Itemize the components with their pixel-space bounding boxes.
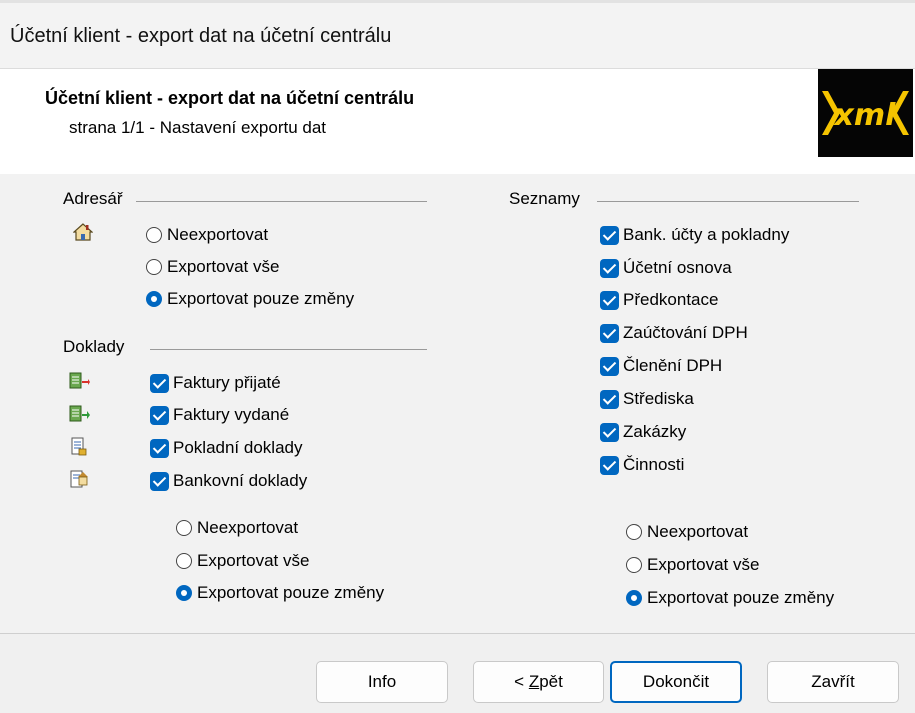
back-rest: pět (539, 672, 563, 691)
adresar-option-changes[interactable]: Exportovat pouze změny (146, 286, 354, 312)
option-label: Exportovat pouze změny (647, 588, 835, 607)
checkbox-label: Faktury přijaté (173, 373, 281, 392)
checkbox-checked[interactable] (150, 405, 169, 425)
checkbox-checked[interactable] (150, 471, 169, 491)
window-top-edge (0, 0, 915, 3)
checkbox-label: Předkontace (623, 290, 719, 309)
radio-button-selected[interactable] (626, 590, 642, 606)
checkbox-checked[interactable] (600, 455, 619, 475)
invoice-received-icon (68, 371, 90, 391)
radio-button-selected[interactable] (146, 291, 162, 307)
back-prefix: < (514, 672, 529, 691)
settings-panel: Adresář Neexportovat Exportovat vše Expo… (0, 174, 915, 634)
checkbox-label: Zaúčtování DPH (623, 323, 748, 342)
checkbox-checked[interactable] (150, 438, 169, 458)
adresar-option-all[interactable]: Exportovat vše (146, 254, 279, 280)
header-title: Účetní klient - export dat na účetní cen… (45, 88, 415, 108)
invoice-issued-icon (68, 404, 90, 424)
button-bar: Info < Zpět Dokončit Zavřít (0, 634, 915, 713)
option-label: Exportovat pouze změny (167, 289, 355, 308)
header-subtitle: strana 1/1 - Nastavení exportu dat (69, 118, 327, 137)
checkbox-ucetni-osnova[interactable]: Účetní osnova (600, 255, 732, 281)
checkbox-strediska[interactable]: Střediska (600, 386, 694, 412)
doklady-option-all[interactable]: Exportovat vše (176, 548, 309, 574)
group-label-seznamy: Seznamy (509, 189, 580, 208)
checkbox-bank-ucty[interactable]: Bank. účty a pokladny (600, 222, 789, 248)
radio-button[interactable] (146, 227, 162, 243)
checkbox-pokladni-doklady[interactable]: Pokladní doklady (150, 435, 302, 461)
group-label-doklady: Doklady (63, 337, 125, 356)
group-label-adresar: Adresář (63, 189, 123, 208)
radio-button[interactable] (146, 259, 162, 275)
checkbox-predkontace[interactable]: Předkontace (600, 287, 718, 313)
checkbox-checked[interactable] (600, 290, 619, 310)
seznamy-option-none[interactable]: Neexportovat (626, 519, 748, 545)
option-label: Neexportovat (647, 522, 749, 541)
radio-button[interactable] (176, 520, 192, 536)
option-label: Exportovat vše (167, 257, 280, 276)
checkbox-checked[interactable] (150, 373, 169, 393)
checkbox-faktury-prijate[interactable]: Faktury přijaté (150, 370, 281, 396)
checkbox-label: Činnosti (623, 455, 685, 474)
seznamy-option-all[interactable]: Exportovat vše (626, 552, 759, 578)
checkbox-zakazky[interactable]: Zakázky (600, 419, 686, 445)
window-title: Účetní klient - export dat na účetní cen… (10, 25, 392, 47)
checkbox-checked[interactable] (600, 323, 619, 343)
wizard-header: Účetní klient - export dat na účetní cen… (0, 68, 915, 175)
radio-button-selected[interactable] (176, 585, 192, 601)
checkbox-label: Účetní osnova (623, 258, 732, 277)
finish-button[interactable]: Dokončit (610, 661, 742, 703)
group-separator (597, 201, 859, 202)
checkbox-cleneni-dph[interactable]: Členění DPH (600, 353, 722, 379)
checkbox-checked[interactable] (600, 389, 619, 409)
close-button[interactable]: Zavřít (767, 661, 899, 703)
house-icon (72, 222, 94, 242)
xml-logo: xml (818, 69, 913, 157)
checkbox-label: Pokladní doklady (173, 438, 303, 457)
checkbox-checked[interactable] (600, 422, 619, 442)
option-label: Exportovat pouze změny (197, 583, 385, 602)
checkbox-label: Bankovní doklady (173, 471, 308, 490)
group-separator (136, 201, 427, 202)
checkbox-label: Střediska (623, 389, 694, 408)
back-accelerator: Z (528, 672, 540, 691)
checkbox-cinnosti[interactable]: Činnosti (600, 452, 684, 478)
checkbox-label: Faktury vydané (173, 405, 290, 424)
checkbox-label: Členění DPH (623, 356, 723, 375)
doklady-option-none[interactable]: Neexportovat (176, 515, 298, 541)
checkbox-label: Zakázky (623, 422, 687, 441)
cash-document-icon (68, 437, 88, 457)
radio-button[interactable] (626, 524, 642, 540)
radio-button[interactable] (176, 553, 192, 569)
option-label: Neexportovat (167, 225, 269, 244)
seznamy-option-changes[interactable]: Exportovat pouze změny (626, 585, 834, 611)
option-label: Exportovat vše (647, 555, 760, 574)
bank-document-icon (68, 469, 88, 489)
checkbox-faktury-vydane[interactable]: Faktury vydané (150, 402, 289, 428)
option-label: Neexportovat (197, 518, 299, 537)
doklady-option-changes[interactable]: Exportovat pouze změny (176, 580, 384, 606)
adresar-option-none[interactable]: Neexportovat (146, 222, 268, 248)
back-button[interactable]: < Zpět (473, 661, 604, 703)
option-label: Exportovat vše (197, 551, 310, 570)
checkbox-checked[interactable] (600, 258, 619, 278)
checkbox-label: Bank. účty a pokladny (623, 225, 790, 244)
checkbox-checked[interactable] (600, 225, 619, 245)
group-separator (150, 349, 427, 350)
info-button[interactable]: Info (316, 661, 448, 703)
logo-text: xml (833, 98, 897, 133)
radio-button[interactable] (626, 557, 642, 573)
checkbox-bankovni-doklady[interactable]: Bankovní doklady (150, 468, 307, 494)
title-bar: Účetní klient - export dat na účetní cen… (0, 0, 915, 68)
checkbox-zauctovani-dph[interactable]: Zaúčtování DPH (600, 320, 748, 346)
checkbox-checked[interactable] (600, 356, 619, 376)
